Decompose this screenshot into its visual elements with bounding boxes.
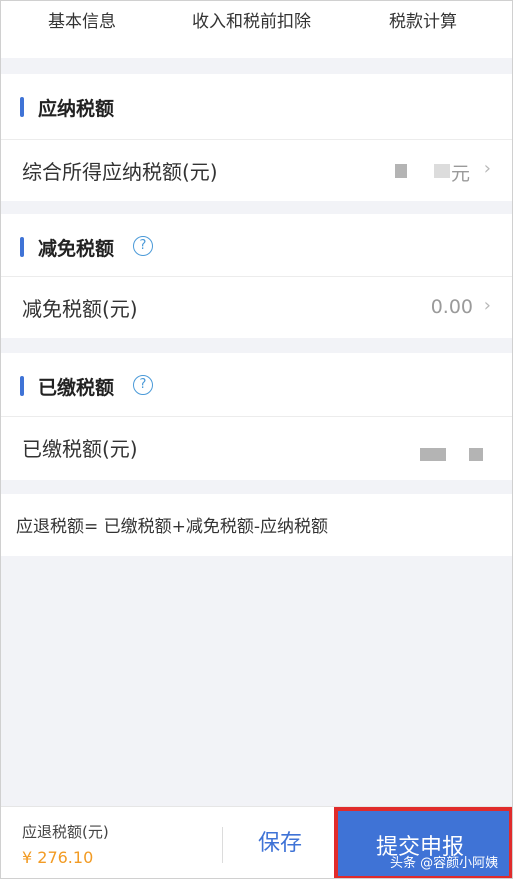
divider xyxy=(222,827,223,863)
section-payable-title: 应纳税额 xyxy=(38,97,115,120)
row-payable-tax-unit: 元 xyxy=(450,163,470,185)
row-paid-tax[interactable]: 已缴税额(元) xyxy=(0,416,513,480)
question-circle-icon[interactable]: ? xyxy=(133,375,153,395)
watermark: 头条 @容颜小阿姨 xyxy=(390,856,499,871)
section-relief-header: 减免税额 ? xyxy=(0,214,513,280)
section-accent-bar xyxy=(20,97,24,117)
row-payable-tax[interactable]: 综合所得应纳税额(元) 元 › xyxy=(0,139,513,201)
row-relief-tax[interactable]: 减免税额(元) 0.00 › xyxy=(0,276,513,338)
section-accent-bar xyxy=(20,376,24,396)
refund-label: 应退税额(元) xyxy=(22,823,109,841)
chevron-right-icon: › xyxy=(483,295,491,316)
row-relief-tax-label: 减免税额(元) xyxy=(22,297,138,321)
tab-tax-calculation[interactable]: 税款计算 xyxy=(389,7,457,32)
section-paid-header: 已缴税额 ? xyxy=(0,353,513,419)
refund-formula-text: 应退税额= 已缴税额+减免税额-应纳税额 xyxy=(16,517,329,537)
tab-basic-info[interactable]: 基本信息 xyxy=(48,7,116,32)
redacted-value-block xyxy=(434,164,450,178)
section-accent-bar xyxy=(20,237,24,257)
tab-income-deductions[interactable]: 收入和税前扣除 xyxy=(192,7,311,32)
chevron-right-icon: › xyxy=(483,158,491,179)
section-relief-title: 减免税额 xyxy=(38,237,115,260)
row-paid-tax-label: 已缴税额(元) xyxy=(22,437,138,461)
redacted-value-block xyxy=(420,448,446,461)
refund-amount: ¥ 276.10 xyxy=(22,848,94,867)
top-tabs: 基本信息 收入和税前扣除 税款计算 xyxy=(0,0,513,58)
redacted-value-block xyxy=(395,164,407,178)
save-button[interactable]: 保存 xyxy=(230,807,330,879)
section-payable-header: 应纳税额 xyxy=(0,74,513,140)
redacted-value-block xyxy=(469,448,483,461)
question-circle-icon[interactable]: ? xyxy=(133,236,153,256)
row-payable-tax-label: 综合所得应纳税额(元) xyxy=(22,160,218,184)
row-relief-tax-value: 0.00 xyxy=(430,296,473,318)
refund-formula: 应退税额= 已缴税额+减免税额-应纳税额 xyxy=(0,494,513,556)
section-paid-title: 已缴税额 xyxy=(38,376,115,399)
